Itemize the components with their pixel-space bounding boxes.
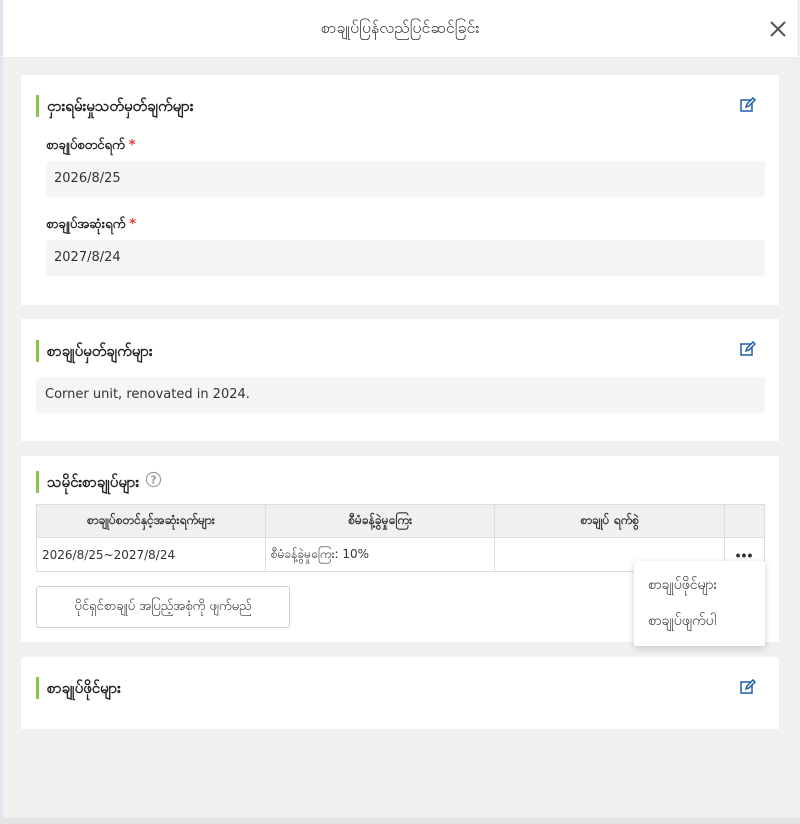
period-cell: 2026/8/25~2027/8/24 <box>36 537 266 572</box>
mgmt-fee-cell: စီမံခန့်ခွဲမှုကြေး: 10% <box>264 537 496 572</box>
edit-icon <box>740 96 757 112</box>
row-actions-menu: စာချုပ်ဖိုင်များ စာချုပ်ဖျက်ပါ <box>634 561 765 646</box>
delete-full-contract-button[interactable]: ပိုင်ရှင်စာချုပ် အပြည့်အစုံကို ဖျက်မည် <box>36 586 290 628</box>
required-mark: * <box>128 138 136 153</box>
contract-files-card: စာချုပ်ဖိုင်များ <box>21 657 779 729</box>
close-button[interactable] <box>765 17 791 43</box>
svg-text:?: ? <box>151 474 157 486</box>
menu-item-contract-files[interactable]: စာချုပ်ဖိုင်များ <box>634 567 765 603</box>
edit-icon <box>740 678 757 694</box>
history-title-text: သမိုင်းစာချုပ်များ <box>47 473 140 491</box>
modal-header: စာချုပ်ပြန်လည်ပြင်ဆင်ခြင်း <box>3 0 797 58</box>
contract-notes-title: စာချုပ်မှတ်ချက်များ <box>36 340 153 362</box>
contract-note-value: Corner unit, renovated in 2024. <box>36 377 765 413</box>
start-date-label-text: စာချုပ်စတင်ရက် <box>46 138 125 153</box>
required-mark: * <box>129 217 137 232</box>
contract-notes-edit-button[interactable] <box>739 340 757 359</box>
help-icon[interactable]: ? <box>145 471 162 494</box>
end-date-field[interactable]: 2027/8/24 <box>46 240 765 276</box>
menu-item-delete-contract[interactable]: စာချုပ်ဖျက်ပါ <box>634 603 765 639</box>
table-header-row: စာချုပ်စတင်နှင့်အဆုံးရက်များ စီမံခန့်ခွဲ… <box>36 504 765 538</box>
edit-icon <box>740 340 757 356</box>
rental-info-card: ငှားရမ်းမှုသတ်မှတ်ချက်များ စာချုပ်စတင်ရက… <box>21 75 779 305</box>
contract-files-edit-button[interactable] <box>739 678 757 697</box>
column-header-actions <box>724 504 765 538</box>
column-header-contract-date: စာချုပ် ရက်စွဲ <box>494 504 726 538</box>
rental-info-title: ငှားရမ်းမှုသတ်မှတ်ချက်များ <box>36 95 194 117</box>
contract-edit-modal: စာချုပ်ပြန်လည်ပြင်ဆင်ခြင်း ငှားရမ်းမှုသတ… <box>3 0 797 818</box>
contract-files-title: စာချုပ်ဖိုင်များ <box>36 677 121 699</box>
end-date-label-text: စာချုပ်အဆုံးရက် <box>46 217 126 232</box>
backdrop-strip-bottom <box>0 818 800 824</box>
column-header-mgmt-fee: စီမံခန့်ခွဲမှုကြေး <box>264 504 496 538</box>
contract-notes-card: စာချုပ်မှတ်ချက်များ Corner unit, renovat… <box>21 319 779 441</box>
start-date-field[interactable]: 2026/8/25 <box>46 161 765 197</box>
column-header-period: စာချုပ်စတင်နှင့်အဆုံးရက်များ <box>36 504 266 538</box>
end-date-label: စာချုပ်အဆုံးရက် * <box>46 216 136 235</box>
modal-title: စာချုပ်ပြန်လည်ပြင်ဆင်ခြင်း <box>320 18 480 37</box>
history-title: သမိုင်းစာချုပ်များ? <box>36 471 162 493</box>
start-date-label: စာချုပ်စတင်ရက် * <box>46 137 136 156</box>
rental-info-edit-button[interactable] <box>739 96 757 115</box>
close-icon <box>770 20 786 37</box>
